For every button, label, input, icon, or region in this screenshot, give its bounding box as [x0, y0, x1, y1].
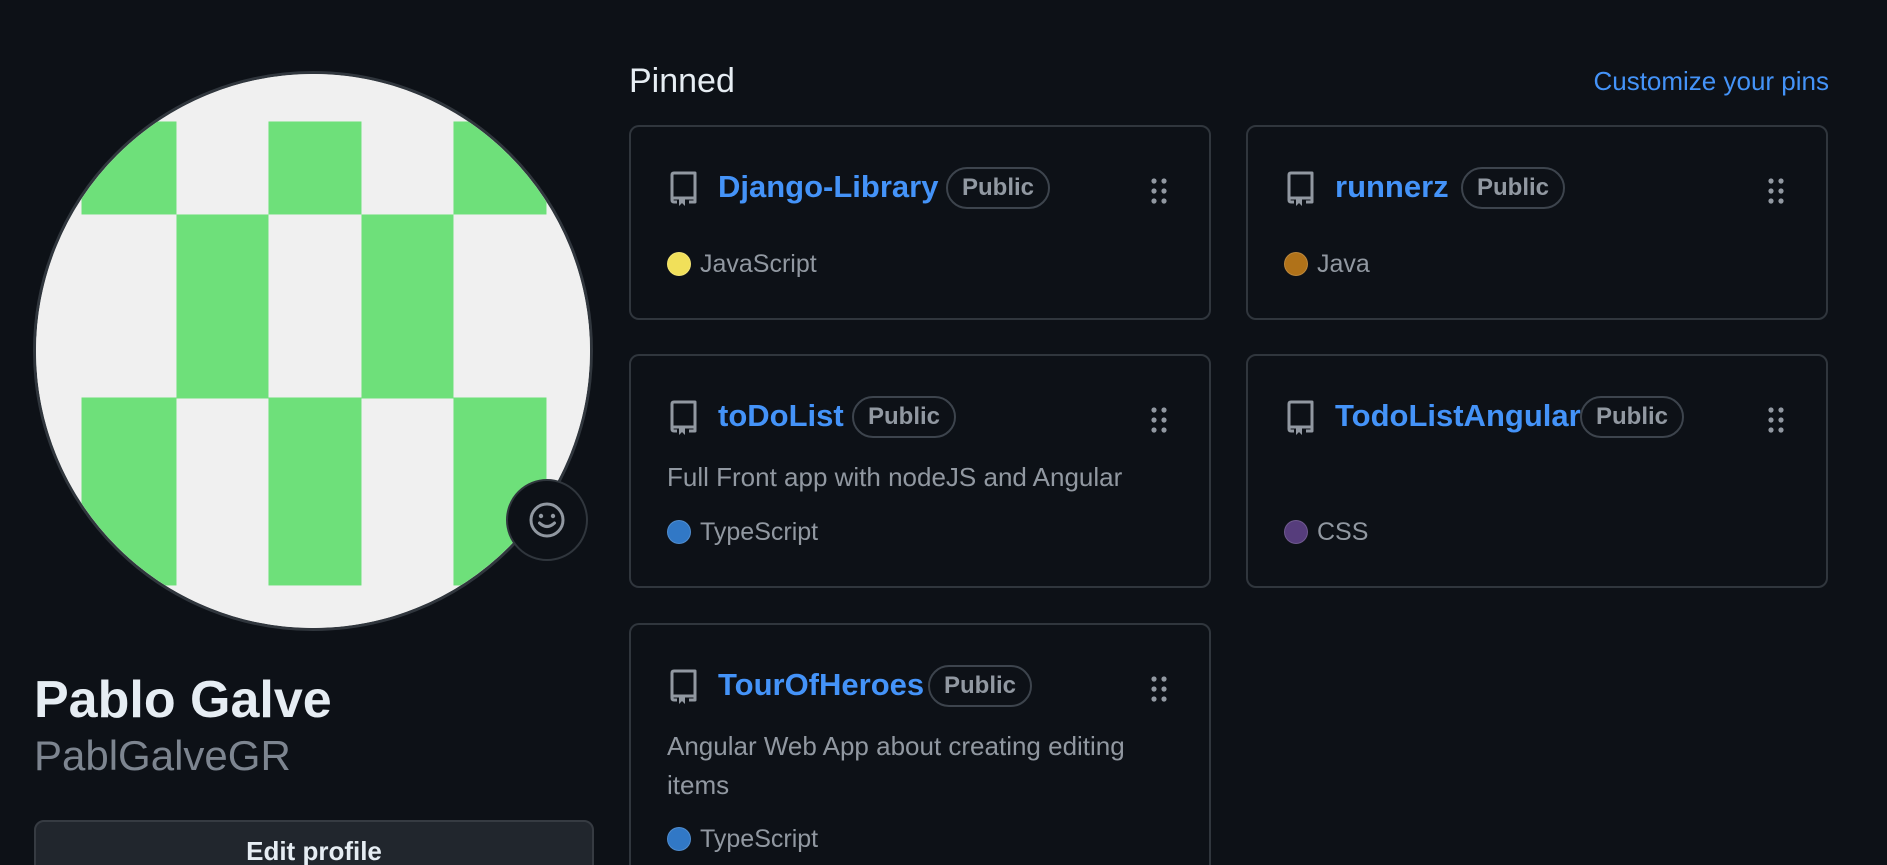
grabber-icon[interactable]	[1766, 406, 1786, 434]
repo-icon	[670, 669, 697, 704]
repo-description: Angular Web App about creating editing i…	[667, 731, 1125, 800]
repo-name-link[interactable]: toDoList	[718, 398, 844, 434]
language-name: TypeScript	[700, 517, 819, 546]
repo-language: JavaScript	[667, 249, 817, 279]
profile-page: Pablo Galve PablGalveGR Edit profile Pin…	[0, 0, 1887, 865]
repo-name-link[interactable]: runnerz	[1335, 169, 1449, 205]
grabber-icon[interactable]	[1149, 406, 1169, 434]
pinned-heading: Pinned	[629, 62, 735, 100]
language-name: JavaScript	[700, 249, 817, 278]
repo-name-link[interactable]: Django-Library	[718, 169, 938, 205]
identicon-image	[36, 74, 590, 628]
language-name: CSS	[1317, 517, 1369, 546]
repo-name-link[interactable]: TourOfHeroes	[718, 667, 924, 703]
repo-description: Full Front app with nodeJS and Angular	[667, 462, 1123, 492]
pinned-repo-card: Django-Library Public JavaScript	[629, 125, 1211, 320]
profile-username: PablGalveGR	[34, 732, 291, 779]
edit-profile-button[interactable]: Edit profile	[34, 820, 594, 865]
visibility-badge: Public	[1461, 167, 1566, 209]
repo-name-link[interactable]: TodoListAngular	[1335, 398, 1581, 434]
avatar[interactable]	[33, 71, 593, 631]
pinned-repo-card: TourOfHeroes Public Angular Web App abou…	[629, 623, 1211, 865]
pinned-repo-card: TodoListAngular Public CSS	[1246, 354, 1828, 588]
repo-language: TypeScript	[667, 517, 818, 547]
visibility-badge: Public	[852, 396, 957, 438]
repo-icon	[670, 171, 697, 206]
repo-language: CSS	[1284, 517, 1368, 547]
visibility-badge: Public	[1580, 396, 1685, 438]
pinned-repo-card: toDoList Public Full Front app with node…	[629, 354, 1211, 588]
visibility-badge: Public	[928, 665, 1033, 707]
repo-icon	[670, 400, 697, 435]
visibility-badge: Public	[946, 167, 1051, 209]
repo-language: Java	[1284, 249, 1370, 279]
set-status-button[interactable]	[506, 479, 588, 561]
language-color-dot	[1284, 252, 1308, 276]
grabber-icon[interactable]	[1149, 675, 1169, 703]
language-name: Java	[1317, 249, 1370, 278]
language-name: TypeScript	[700, 824, 819, 853]
language-color-dot	[667, 827, 691, 851]
language-color-dot	[667, 252, 691, 276]
customize-pins-link[interactable]: Customize your pins	[1593, 66, 1829, 97]
language-color-dot	[667, 520, 691, 544]
pinned-repo-card: runnerz Public Java	[1246, 125, 1828, 320]
repo-language: TypeScript	[667, 824, 818, 854]
grabber-icon[interactable]	[1766, 177, 1786, 205]
grabber-icon[interactable]	[1149, 177, 1169, 205]
language-color-dot	[1284, 520, 1308, 544]
repo-icon	[1287, 171, 1314, 206]
repo-icon	[1287, 400, 1314, 435]
avatar-container	[33, 71, 593, 631]
profile-name: Pablo Galve	[34, 671, 332, 729]
smiley-icon	[529, 502, 565, 538]
